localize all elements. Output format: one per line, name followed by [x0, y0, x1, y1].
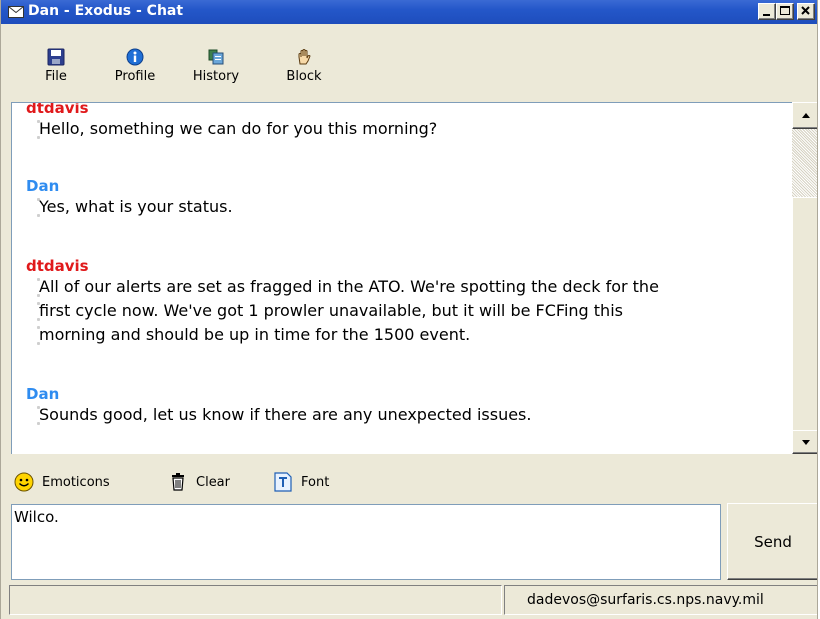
minimize-icon	[763, 14, 770, 16]
sender-name: Dan	[26, 177, 60, 195]
account-address: dadevos@surfaris.cs.nps.navy.mil	[504, 585, 817, 615]
arrow-down-icon	[802, 440, 810, 445]
title-bar[interactable]: Dan - Exodus - Chat	[1, 0, 817, 24]
close-icon	[801, 6, 810, 15]
history-label: History	[192, 69, 240, 84]
message-line: Sounds good, let us know if there are an…	[26, 403, 796, 427]
scroll-up-button[interactable]	[792, 102, 817, 129]
history-icon	[208, 49, 224, 65]
sender-name: dtdavis	[26, 102, 89, 117]
profile-button[interactable]: Profile	[105, 48, 165, 84]
sender-name: dtdavis	[26, 257, 89, 275]
profile-label: Profile	[114, 69, 156, 84]
message-line: Hello, something we can do for you this …	[26, 117, 796, 141]
hand-icon	[298, 49, 311, 65]
maximize-button[interactable]	[776, 3, 794, 20]
chat-message: Dan Sounds good, let us know if there ar…	[26, 385, 796, 427]
trash-icon	[172, 473, 184, 491]
chat-message: Dan Yes, what is your status.	[26, 177, 796, 219]
file-button[interactable]: File	[26, 48, 86, 84]
history-button[interactable]: History	[186, 48, 246, 84]
compose-toolbar: Emoticons Clear Font	[1, 458, 817, 504]
emoticons-button[interactable]: Emoticons	[14, 471, 110, 493]
clear-button[interactable]: Clear	[168, 471, 230, 493]
message-line: first cycle now. We've got 1 prowler una…	[26, 299, 796, 323]
arrow-up-icon	[802, 113, 810, 118]
font-label: Font	[301, 474, 330, 490]
file-label: File	[45, 69, 67, 84]
close-button[interactable]	[797, 3, 815, 20]
message-line: Yes, what is your status.	[26, 195, 796, 219]
chat-message: dtdavis Hello, something we can do for y…	[26, 102, 796, 141]
font-icon	[274, 472, 292, 492]
status-bar: dadevos@surfaris.cs.nps.navy.mil	[1, 582, 817, 619]
main-toolbar: File Profile History Block	[1, 24, 817, 102]
chat-window: Dan - Exodus - Chat File Profile History…	[0, 0, 818, 619]
send-button[interactable]: Send	[727, 503, 817, 580]
message-line: morning and should be up in time for the…	[26, 323, 796, 347]
message-input[interactable]: Wilco.	[11, 504, 721, 580]
scroll-track[interactable]	[792, 129, 817, 197]
chat-message: dtdavis All of our alerts are set as fra…	[26, 257, 796, 347]
chat-history[interactable]: dtdavis Hello, something we can do for y…	[11, 102, 817, 454]
chat-scrollbar[interactable]	[792, 102, 817, 454]
send-label: Send	[754, 532, 792, 551]
minimize-button[interactable]	[758, 3, 776, 20]
block-label: Block	[286, 69, 322, 84]
font-button[interactable]: Font	[273, 471, 329, 493]
info-icon	[126, 48, 144, 66]
scroll-down-button[interactable]	[792, 430, 817, 454]
emoticons-label: Emoticons	[42, 474, 110, 490]
window-title: Dan - Exodus - Chat	[28, 3, 184, 19]
maximize-icon	[780, 6, 790, 15]
block-button[interactable]: Block	[274, 48, 334, 84]
message-line: All of our alerts are set as fragged in …	[26, 275, 796, 299]
scroll-thumb[interactable]	[792, 197, 817, 432]
sender-name: Dan	[26, 385, 60, 403]
clear-label: Clear	[196, 474, 230, 490]
status-pane-left	[9, 585, 502, 615]
save-disk-icon	[47, 48, 65, 66]
envelope-icon	[8, 6, 24, 18]
smiley-icon	[14, 472, 34, 492]
